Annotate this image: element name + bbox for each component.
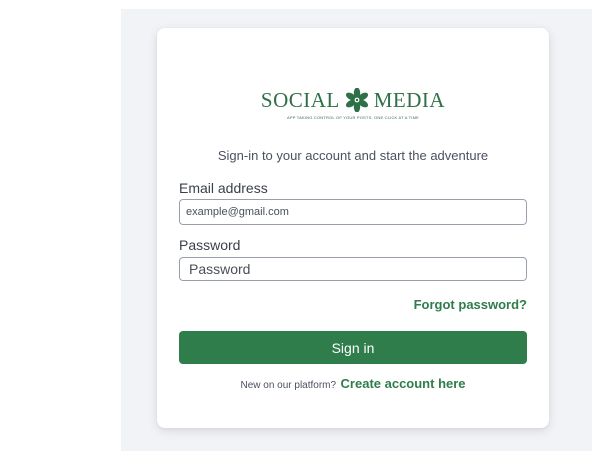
create-account-link[interactable]: Create account here [341,376,466,391]
brand-tagline: APP TAKING CONTROL OF YOUR POSTS, ONE CL… [287,115,419,120]
email-field[interactable] [179,199,527,225]
forgot-password-link[interactable]: Forgot password? [414,297,527,312]
email-label: Email address [179,180,268,196]
signin-subtitle: Sign-in to your account and start the ad… [217,148,489,163]
sign-in-button[interactable]: Sign in [179,331,527,364]
new-on-platform-text: New on our platform? [240,380,337,391]
password-field[interactable] [179,257,527,281]
create-account-row: New on our platform? Create account here [157,375,549,393]
password-label: Password [179,237,241,253]
brand-logo: SOCIAL MEDIA APP TAKING CONTROL OF YOUR … [157,88,549,120]
brand-wordmark: SOCIAL MEDIA [261,88,445,112]
brand-name-right: MEDIA [373,88,446,112]
login-card: SOCIAL MEDIA APP TAKING CONTROL OF YOUR … [157,28,549,428]
brand-name-left: SOCIAL [260,88,340,112]
leaf-flower-icon [345,88,368,112]
